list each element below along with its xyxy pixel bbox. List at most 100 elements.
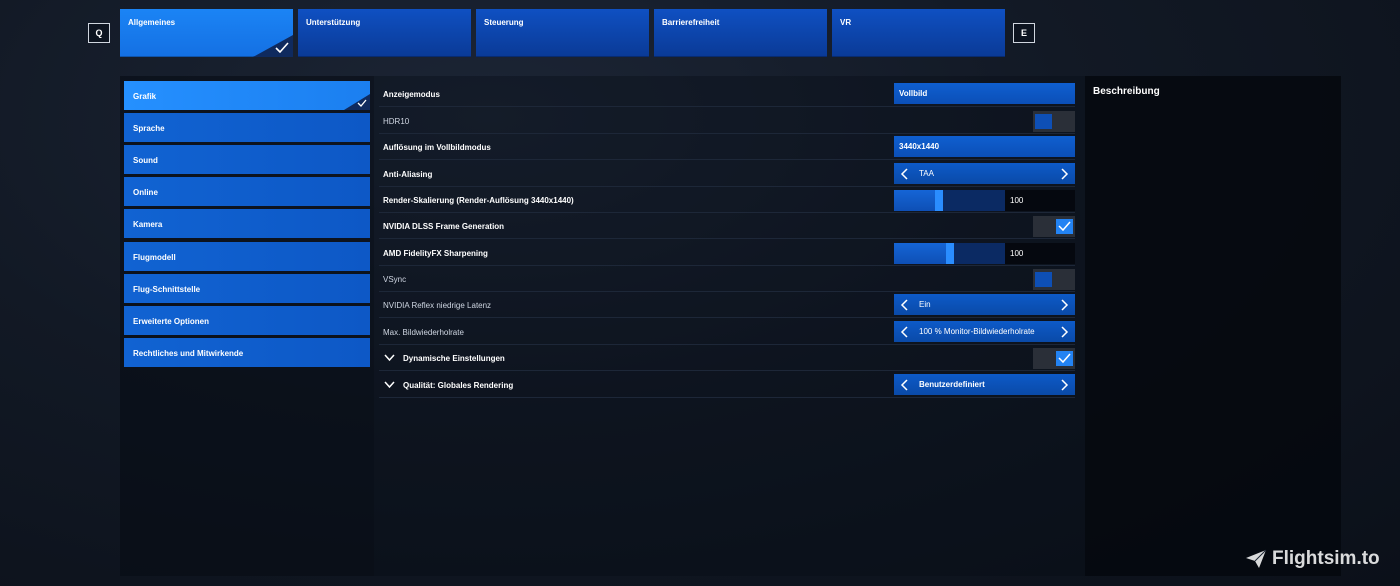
chevron-right-icon[interactable] [1058,299,1070,311]
render-skalierung-value[interactable]: 100 [1005,190,1075,211]
tab-label: Allgemeines [128,18,176,27]
setting-row-dynamische[interactable]: Dynamische Einstellungen [379,345,1075,371]
setting-row-qualitaet[interactable]: Qualität: Globales Rendering Benutzerdef… [379,372,1075,398]
sidebar-item-label: Online [133,188,158,197]
sidebar-item-label: Sprache [133,124,165,133]
chevron-right-icon[interactable] [1058,168,1070,180]
chevron-right-icon[interactable] [1058,326,1070,338]
tab-allgemeines[interactable]: Allgemeines [120,9,293,57]
toggle-knob [1035,272,1052,287]
watermark-text: Flightsim.to [1272,548,1380,569]
watermark: Flightsim.to [1245,548,1380,570]
chevron-down-icon[interactable] [384,352,395,363]
hdr10-toggle[interactable] [1033,111,1075,132]
slider-thumb[interactable] [946,243,954,264]
sidebar-item-online[interactable]: Online [124,177,370,206]
toggle-knob [1056,351,1073,366]
sidebar-item-label: Rechtliches und Mitwirkende [133,349,244,358]
sidebar-item-label: Erweiterte Optionen [133,317,210,326]
slider-fill [894,243,946,264]
setting-label: NVIDIA DLSS Frame Generation [383,222,505,231]
chevron-down-icon[interactable] [384,379,395,390]
setting-label: HDR10 [383,117,410,126]
setting-label: NVIDIA Reflex niedrige Latenz [383,301,492,310]
setting-label: Auflösung im Vollbildmodus [383,143,491,152]
setting-label: Dynamische Einstellungen [403,354,505,363]
sidebar-item-label: Flugmodell [133,253,176,262]
setting-row-vsync: VSync [379,266,1075,292]
dropdown-value: Vollbild [899,89,928,98]
slider-fill [894,190,935,211]
setting-row-fsr-sharpening: AMD FidelityFX Sharpening 100 [379,240,1075,266]
sidebar-item-label: Kamera [133,220,163,229]
setting-label: Qualität: Globales Rendering [403,381,514,390]
setting-label: Max. Bildwiederholrate [383,328,464,337]
selector-value: TAA [919,169,934,178]
dynamische-toggle[interactable] [1033,348,1075,369]
setting-row-reflex: NVIDIA Reflex niedrige Latenz Ein [379,292,1075,318]
sidebar-item-label: Sound [133,156,158,165]
dlss-fg-toggle[interactable] [1033,216,1075,237]
tab-label: Barrierefreiheit [662,18,720,27]
setting-row-hdr10: HDR10 [379,108,1075,134]
setting-label: VSync [383,275,407,284]
selector-value: Benutzerdefiniert [919,380,985,389]
anti-aliasing-selector: TAA [894,163,1075,184]
sidebar-item-sound[interactable]: Sound [124,145,370,174]
tab-vr[interactable]: VR [832,9,1005,57]
sidebar-item-flugmodell[interactable]: Flugmodell [124,242,370,271]
sidebar-item-kamera[interactable]: Kamera [124,209,370,238]
setting-row-aufloesung: Auflösung im Vollbildmodus 3440x1440 [379,134,1075,160]
setting-label: Anti-Aliasing [383,170,433,179]
chevron-right-icon[interactable] [1058,379,1070,391]
selector-value: 100 % Monitor-Bildwiederholrate [919,327,1035,336]
tab-barrierefreiheit[interactable]: Barrierefreiheit [654,9,827,57]
dropdown-value: 3440x1440 [899,142,940,151]
selector-value: Ein [919,300,931,309]
chevron-left-icon[interactable] [899,299,911,311]
chevron-left-icon[interactable] [899,379,911,391]
anzeigemodus-dropdown[interactable]: Vollbild [894,83,1075,104]
description-title: Beschreibung [1093,86,1160,97]
tab-label: Unterstützung [306,18,361,27]
chevron-left-icon[interactable] [899,168,911,180]
sidebar-item-erweiterte-optionen[interactable]: Erweiterte Optionen [124,306,370,335]
slider-thumb[interactable] [935,190,943,211]
reflex-selector: Ein [894,294,1075,315]
sidebar-item-grafik[interactable]: Grafik [124,81,370,110]
toggle-knob [1035,114,1052,129]
description-panel [1085,76,1341,576]
setting-label: AMD FidelityFX Sharpening [383,249,488,258]
paper-plane-icon [1246,549,1267,568]
check-icon [253,35,293,57]
check-icon [1058,221,1071,232]
key-hint-e[interactable]: E [1013,23,1035,43]
tab-label: Steuerung [484,18,524,27]
sidebar-item-label: Flug-Schnittstelle [133,285,201,294]
fsr-sharpening-slider[interactable] [894,243,1005,264]
setting-row-anti-aliasing: Anti-Aliasing TAA [379,161,1075,187]
tab-label: VR [840,18,852,27]
fsr-sharpening-value[interactable]: 100 [1005,243,1075,264]
toggle-knob [1056,219,1073,234]
tab-steuerung[interactable]: Steuerung [476,9,649,57]
tab-unterstuetzung[interactable]: Unterstützung [298,9,471,57]
sidebar-item-flug-schnittstelle[interactable]: Flug-Schnittstelle [124,274,370,303]
setting-row-anzeigemodus: Anzeigemodus Vollbild [379,81,1075,107]
qualitaet-selector: Benutzerdefiniert [894,374,1075,395]
render-skalierung-slider[interactable] [894,190,1005,211]
sidebar-item-sprache[interactable]: Sprache [124,113,370,142]
setting-label: Render-Skalierung (Render-Auflösung 3440… [383,196,574,205]
sidebar-item-rechtliches[interactable]: Rechtliches und Mitwirkende [124,338,370,367]
sidebar-item-label: Grafik [133,92,157,101]
vsync-toggle[interactable] [1033,269,1075,290]
aufloesung-dropdown[interactable]: 3440x1440 [894,136,1075,157]
setting-label: Anzeigemodus [383,90,440,99]
chevron-left-icon[interactable] [899,326,911,338]
setting-row-render-skalierung: Render-Skalierung (Render-Auflösung 3440… [379,187,1075,213]
check-icon [344,94,370,110]
check-icon [1058,353,1071,364]
setting-row-max-refresh: Max. Bildwiederholrate 100 % Monitor-Bil… [379,319,1075,345]
key-hint-q[interactable]: Q [88,23,110,43]
max-refresh-selector: 100 % Monitor-Bildwiederholrate [894,321,1075,342]
